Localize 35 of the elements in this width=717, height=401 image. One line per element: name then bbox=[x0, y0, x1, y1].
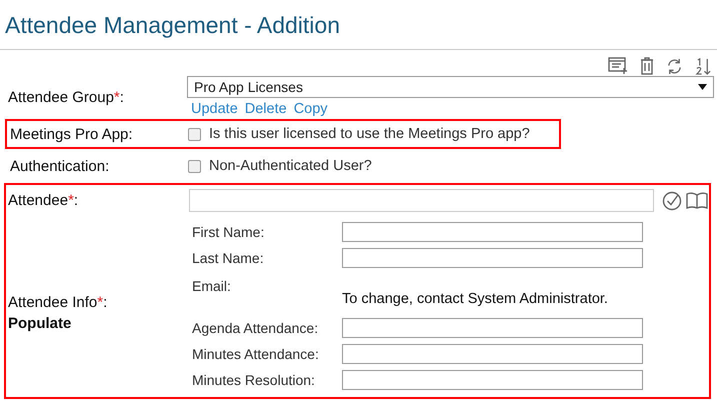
checkbox[interactable] bbox=[188, 128, 201, 140]
sort-icon[interactable] bbox=[695, 58, 712, 74]
field-label: Minutes Attendance: bbox=[192, 345, 320, 364]
group-select[interactable]: Pro App Licenses bbox=[187, 76, 714, 98]
field-label: Attendee Info*: bbox=[8, 294, 108, 311]
refresh-icon[interactable] bbox=[666, 58, 683, 74]
checkbox-label: Non-Authenticated User? bbox=[209, 158, 372, 174]
attendee-input[interactable] bbox=[189, 189, 654, 212]
book-icon[interactable] bbox=[686, 192, 708, 210]
field-label: Authentication: bbox=[10, 158, 110, 174]
text-field[interactable] bbox=[342, 248, 643, 268]
field-label: Last Name: bbox=[192, 249, 265, 268]
dropdown-arrow-icon bbox=[698, 84, 707, 90]
field-label: First Name: bbox=[192, 223, 266, 242]
field-label: Agenda Attendance: bbox=[192, 319, 320, 338]
add-list-icon[interactable] bbox=[608, 57, 628, 75]
check-circle-icon[interactable] bbox=[662, 190, 682, 210]
action-link[interactable]: Copy bbox=[294, 101, 328, 117]
field-label: Email: bbox=[192, 277, 232, 296]
field-label: Minutes Resolution: bbox=[192, 371, 316, 390]
field-label: Attendee Group*: bbox=[8, 88, 125, 106]
field-label: Meetings Pro App: bbox=[10, 126, 134, 142]
page-title: Attendee Management - Addition bbox=[0, 0, 717, 50]
populate-label: Populate bbox=[8, 315, 72, 332]
text-field[interactable] bbox=[342, 318, 643, 338]
trash-icon[interactable] bbox=[640, 57, 654, 75]
text-field[interactable] bbox=[342, 370, 643, 390]
action-link[interactable]: Delete bbox=[244, 101, 287, 117]
checkbox-label: Is this user licensed to use the Meetings Pro app? bbox=[209, 126, 530, 142]
info-note: To change, contact System Administrator. bbox=[342, 291, 608, 307]
text-field[interactable] bbox=[342, 344, 643, 364]
field-label: Attendee*: bbox=[8, 191, 80, 211]
checkbox[interactable] bbox=[188, 160, 201, 172]
action-link[interactable]: Update bbox=[191, 101, 238, 117]
text-field[interactable] bbox=[342, 222, 643, 242]
